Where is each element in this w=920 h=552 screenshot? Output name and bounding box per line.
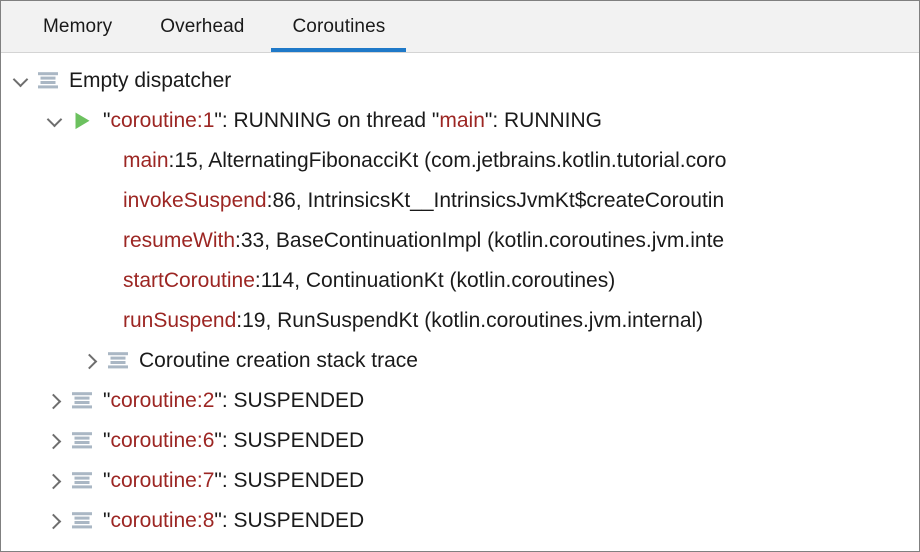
coroutine-stack-icon <box>72 432 92 449</box>
tree-row-label: Empty dispatcher <box>69 61 231 101</box>
identifier-text: coroutine:8 <box>110 509 215 532</box>
identifier-text: startCoroutine <box>123 269 255 292</box>
identifier-text: invokeSuspend <box>123 189 267 212</box>
tab-overhead[interactable]: Overhead <box>136 1 268 52</box>
chevron-right-icon[interactable] <box>43 468 69 494</box>
row-text: :114, ContinuationKt (kotlin.coroutines) <box>254 269 616 292</box>
chevron-down-icon[interactable] <box>9 68 35 94</box>
tree-row-coroutine-2[interactable]: "coroutine:2": SUSPENDED <box>1 381 919 421</box>
tab-bar: Memory Overhead Coroutines <box>1 1 919 53</box>
tree-row-coroutine-6[interactable]: "coroutine:6": SUSPENDED <box>1 421 919 461</box>
identifier-text: main <box>123 149 169 172</box>
row-text: Empty dispatcher <box>69 69 232 92</box>
tree-row-frame-main[interactable]: main:15, AlternatingFibonacciKt (com.jet… <box>1 141 919 181</box>
tree-row-label: invokeSuspend:86, IntrinsicsKt__Intrinsi… <box>123 181 724 221</box>
tree-row-label: main:15, AlternatingFibonacciKt (com.jet… <box>123 141 726 181</box>
tree-row-coroutine-8[interactable]: "coroutine:8": SUSPENDED <box>1 501 919 541</box>
identifier-text: coroutine:1 <box>110 109 215 132</box>
running-play-icon <box>75 112 90 130</box>
row-text: :15, AlternatingFibonacciKt (com.jetbrai… <box>168 149 727 172</box>
identifier-text: main <box>439 109 485 132</box>
tab-memory[interactable]: Memory <box>19 1 136 52</box>
tree-row-label: Coroutine creation stack trace <box>139 341 418 381</box>
chevron-right-icon[interactable] <box>43 508 69 534</box>
coroutine-stack-icon <box>38 72 58 89</box>
coroutine-stack-icon <box>72 392 92 409</box>
tree-row-frame-invokesuspend[interactable]: invokeSuspend:86, IntrinsicsKt__Intrinsi… <box>1 181 919 221</box>
tree-row-label: "coroutine:8": SUSPENDED <box>103 501 364 541</box>
tree-row-coroutine-1[interactable]: "coroutine:1": RUNNING on thread "main":… <box>1 101 919 141</box>
chevron-right-icon[interactable] <box>79 348 105 374</box>
chevron-right-icon[interactable] <box>43 428 69 454</box>
tree-row-label: "coroutine:6": SUSPENDED <box>103 421 364 461</box>
row-text: ": SUSPENDED <box>214 509 365 532</box>
coroutine-stack-icon <box>108 352 128 369</box>
tree-row-label: runSuspend:19, RunSuspendKt (kotlin.coro… <box>123 301 703 341</box>
row-text: :33, BaseContinuationImpl (kotlin.corout… <box>235 229 725 252</box>
tree-row-frame-runsuspend[interactable]: runSuspend:19, RunSuspendKt (kotlin.coro… <box>1 301 919 341</box>
row-text: ": SUSPENDED <box>214 469 365 492</box>
coroutines-debugger-window: Memory Overhead Coroutines Empty dispatche… <box>0 0 920 552</box>
chevron-down-icon[interactable] <box>43 108 69 134</box>
identifier-text: runSuspend <box>123 309 237 332</box>
tree-row-label: "coroutine:1": RUNNING on thread "main":… <box>103 101 602 141</box>
row-text: ": SUSPENDED <box>214 429 365 452</box>
tree-row-label: "coroutine:2": SUSPENDED <box>103 381 364 421</box>
row-text: ": RUNNING <box>484 109 603 132</box>
coroutine-stack-icon <box>72 512 92 529</box>
chevron-right-icon[interactable] <box>43 388 69 414</box>
row-text: :86, IntrinsicsKt__IntrinsicsJvmKt$creat… <box>266 189 725 212</box>
identifier-text: coroutine:7 <box>110 469 215 492</box>
coroutines-tree[interactable]: Empty dispatcher "coroutine:1": RUNNING o… <box>1 53 919 551</box>
tree-row-creation-stack-trace[interactable]: Coroutine creation stack trace <box>1 341 919 381</box>
identifier-text: coroutine:6 <box>110 429 215 452</box>
row-text: Coroutine creation stack trace <box>139 349 418 372</box>
tree-row-frame-startcoroutine[interactable]: startCoroutine:114, ContinuationKt (kotl… <box>1 261 919 301</box>
row-text: ": RUNNING on thread " <box>214 109 440 132</box>
row-text: ": SUSPENDED <box>214 389 365 412</box>
identifier-text: coroutine:2 <box>110 389 215 412</box>
row-text: :19, RunSuspendKt (kotlin.coroutines.jvm… <box>236 309 704 332</box>
tree-row-coroutine-7[interactable]: "coroutine:7": SUSPENDED <box>1 461 919 501</box>
tree-row-empty-dispatcher[interactable]: Empty dispatcher <box>1 61 919 101</box>
identifier-text: resumeWith <box>123 229 236 252</box>
tree-row-frame-resumewith[interactable]: resumeWith:33, BaseContinuationImpl (kot… <box>1 221 919 261</box>
tree-row-label: resumeWith:33, BaseContinuationImpl (kot… <box>123 221 724 261</box>
tree-row-label: startCoroutine:114, ContinuationKt (kotl… <box>123 261 615 301</box>
tree-row-label: "coroutine:7": SUSPENDED <box>103 461 364 501</box>
coroutine-stack-icon <box>72 472 92 489</box>
tab-coroutines[interactable]: Coroutines <box>268 1 409 52</box>
